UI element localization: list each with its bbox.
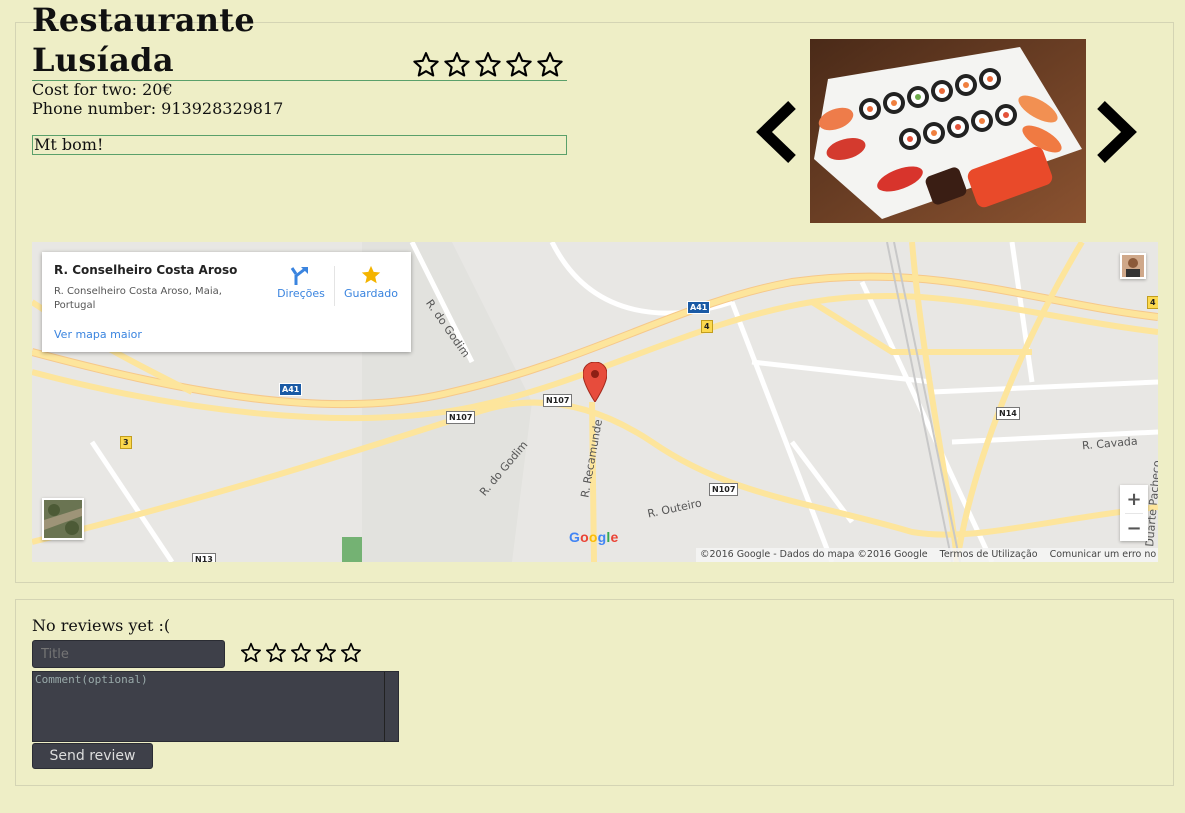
- highway-shield: A41: [687, 301, 711, 314]
- star-icon[interactable]: [443, 51, 471, 79]
- place-name: R. Conselheiro Costa Aroso: [54, 263, 238, 277]
- comment-placeholder: Comment(optional): [35, 673, 148, 686]
- terms-link[interactable]: Termos de Utilização: [940, 549, 1038, 561]
- street-view-avatar[interactable]: [1120, 253, 1146, 279]
- restaurant-name: Restaurante Lusíada: [32, 1, 256, 79]
- comment-scrollbar[interactable]: [384, 672, 398, 741]
- rating-stars[interactable]: [412, 51, 567, 79]
- bigger-map-link[interactable]: Ver mapa maior: [54, 328, 142, 341]
- satellite-view-toggle[interactable]: [42, 498, 84, 540]
- saved-button[interactable]: Guardado: [341, 263, 401, 300]
- map-footer: ©2016 Google - Dados do mapa ©2016 Googl…: [696, 548, 1158, 562]
- google-logo: Google: [569, 529, 619, 545]
- star-icon[interactable]: [505, 51, 533, 79]
- chevron-left-icon[interactable]: [754, 101, 796, 163]
- report-error-link[interactable]: Comunicar um erro no mapa: [1050, 549, 1158, 561]
- zoom-controls: + −: [1120, 485, 1148, 541]
- road-shield: N14: [996, 407, 1020, 420]
- review-panel: No reviews yet :( Comment(optional) Send…: [15, 599, 1174, 786]
- exit-number: 3: [120, 436, 132, 449]
- star-icon[interactable]: [536, 51, 564, 79]
- exit-number: 4: [701, 320, 713, 333]
- phone-number: Phone number: 913928329817: [32, 99, 284, 118]
- divider: [334, 266, 335, 306]
- restaurant-panel: Restaurante Lusíada Cost for two: 20€ Ph…: [15, 1, 1174, 583]
- road-shield: N13: [192, 553, 216, 562]
- road-shield: N107: [446, 411, 476, 424]
- exit-number: 4: [1147, 296, 1158, 309]
- star-icon[interactable]: [340, 642, 362, 664]
- description-box: Mt bom!: [32, 135, 567, 155]
- directions-icon: [271, 263, 331, 287]
- review-rating-stars[interactable]: [240, 642, 365, 664]
- send-review-button[interactable]: Send review: [32, 743, 153, 769]
- directions-button[interactable]: Direções: [271, 263, 331, 300]
- no-reviews-message: No reviews yet :(: [32, 616, 171, 635]
- zoom-in-button[interactable]: +: [1120, 485, 1148, 513]
- embedded-map[interactable]: R. do Godim R. do Godim R. Recamunde R. …: [32, 242, 1158, 562]
- star-icon[interactable]: [290, 642, 312, 664]
- chevron-right-icon[interactable]: [1097, 101, 1139, 163]
- map-copyright: ©2016 Google - Dados do mapa ©2016 Googl…: [700, 549, 928, 560]
- cost-for-two: Cost for two: 20€: [32, 80, 173, 99]
- star-icon[interactable]: [412, 51, 440, 79]
- directions-label: Direções: [277, 287, 325, 300]
- review-comment-field[interactable]: Comment(optional): [32, 671, 399, 742]
- map-pin-icon[interactable]: [582, 361, 608, 406]
- title-row: Restaurante Lusíada: [32, 1, 567, 81]
- star-icon[interactable]: [265, 642, 287, 664]
- star-icon[interactable]: [474, 51, 502, 79]
- zoom-out-button[interactable]: −: [1120, 514, 1148, 542]
- restaurant-photo: [810, 39, 1086, 223]
- saved-label: Guardado: [343, 287, 398, 300]
- star-icon[interactable]: [315, 642, 337, 664]
- review-title-input[interactable]: [32, 640, 225, 668]
- road-shield: N107: [709, 483, 739, 496]
- star-icon[interactable]: [240, 642, 262, 664]
- place-info-card: R. Conselheiro Costa Aroso R. Conselheir…: [42, 252, 411, 352]
- road-shield: N107: [543, 394, 573, 407]
- place-address: R. Conselheiro Costa Aroso, Maia, Portug…: [54, 286, 222, 311]
- highway-shield: A41: [279, 383, 303, 396]
- star-icon: [341, 263, 401, 287]
